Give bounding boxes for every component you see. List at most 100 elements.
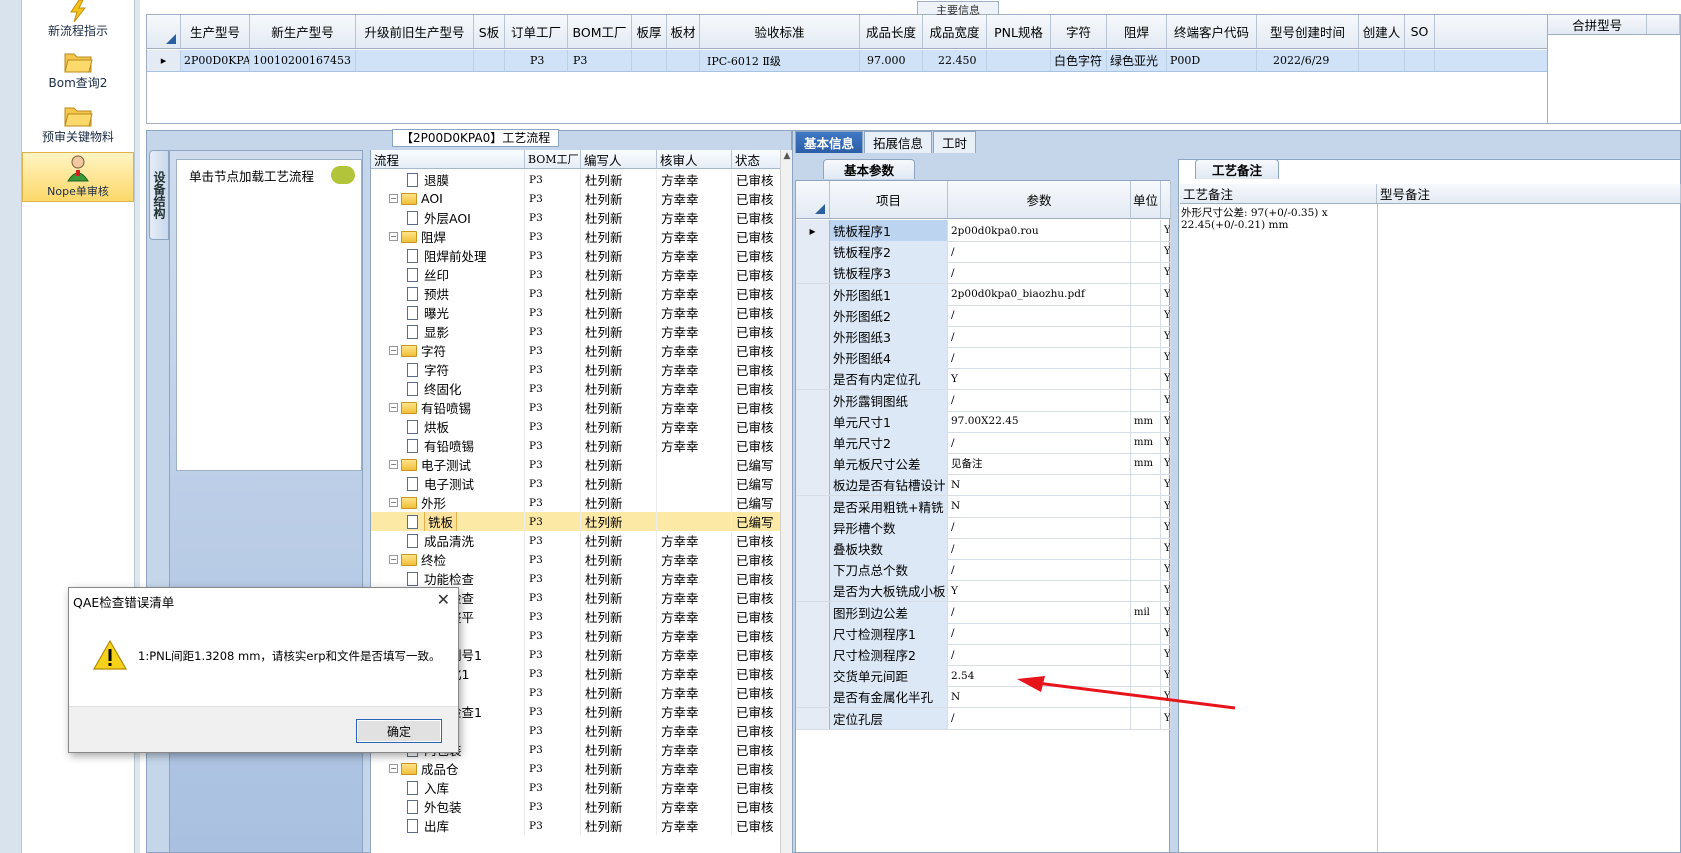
col-header[interactable]: 流程 xyxy=(371,150,525,168)
nav-item-new-flow[interactable]: 新流程指示 xyxy=(22,0,134,40)
tree-row[interactable]: 丝印 P3 杜列新 方幸幸 已审核 xyxy=(371,265,781,284)
tab-basic-info[interactable]: 基本信息 xyxy=(795,131,864,153)
tree-node[interactable]: 曝光 xyxy=(371,303,525,322)
memo-text[interactable]: 外形尺寸公差: 97(+0/-0.35) x 22.45(+0/-0.21) m… xyxy=(1181,207,1373,231)
col-header[interactable]: 订单工厂 xyxy=(505,15,568,48)
tree-node[interactable]: 出库 xyxy=(371,816,525,835)
table-row[interactable]: ▸ 2P00D0KPA0 10010200167453 P3 P3 IPC-60… xyxy=(147,50,1547,72)
row-selector[interactable] xyxy=(796,368,830,390)
tree-row[interactable]: 有铅喷锡 P3 杜列新 方幸幸 已审核 xyxy=(371,436,781,455)
col-header[interactable]: 创建人 xyxy=(1359,15,1405,48)
param-value[interactable]: 见备注 xyxy=(948,453,1131,475)
col-header[interactable]: 新生产型号 xyxy=(250,15,356,48)
scroll-up-icon[interactable]: ▲ xyxy=(782,151,792,161)
tree-row[interactable]: 成品清洗 P3 杜列新 方幸幸 已审核 xyxy=(371,531,781,550)
col-header[interactable]: BOM工厂 xyxy=(525,150,581,168)
row-selector[interactable] xyxy=(796,644,830,665)
collapse-icon[interactable]: − xyxy=(389,460,398,469)
col-header[interactable]: 项目 xyxy=(830,181,948,218)
tree-node[interactable]: 烘板 xyxy=(371,417,525,436)
row-selector[interactable] xyxy=(796,665,830,687)
param-row[interactable]: 外形图纸3/ Y xyxy=(796,326,1171,348)
row-selector[interactable] xyxy=(796,326,830,347)
param-row[interactable]: 图形到边公差 / mil Y xyxy=(796,601,1171,624)
col-header[interactable]: 合拼型号 xyxy=(1548,15,1648,34)
param-row[interactable]: 异形槽个数 / Y xyxy=(796,516,1171,539)
param-value[interactable]: 2p00d0kpa0_biaozhu.pdf xyxy=(948,283,1131,305)
tree-node[interactable]: − AOI xyxy=(371,189,525,208)
col-header[interactable]: S板 xyxy=(474,15,505,48)
tree-node[interactable]: 入库 xyxy=(371,778,525,797)
col-header[interactable]: 核审人 xyxy=(657,150,732,168)
param-value[interactable]: / xyxy=(948,432,1131,453)
tree-node[interactable]: 电子测试 xyxy=(371,474,525,493)
param-row[interactable]: 叠板块数 / Y xyxy=(796,538,1171,560)
tree-node[interactable]: − 成品仓 xyxy=(371,759,525,778)
nav-item-bom-query[interactable]: Bom查询2 xyxy=(22,48,134,94)
param-value[interactable]: / xyxy=(948,622,1131,644)
param-value[interactable]: / xyxy=(948,262,1131,284)
param-row[interactable]: 单元尺寸1 97.00X22.45 mm Y xyxy=(796,410,1171,433)
param-value[interactable]: 2p00d0kpa0.rou xyxy=(948,220,1131,241)
tree-row[interactable]: 阻焊前处理 P3 杜列新 方幸幸 已审核 xyxy=(371,246,781,265)
tab-extended-info[interactable]: 拓展信息 xyxy=(864,131,933,153)
tree-node[interactable]: − 电子测试 xyxy=(371,455,525,474)
tree-node[interactable]: 有铅喷锡 xyxy=(371,436,525,455)
tree-row[interactable]: 退膜 P3 杜列新 方幸幸 已审核 xyxy=(371,170,781,189)
tree-node[interactable]: 预烘 xyxy=(371,284,525,303)
param-value[interactable]: / xyxy=(948,559,1131,581)
tree-node[interactable]: 终固化 xyxy=(371,379,525,398)
tree-node[interactable]: 丝印 xyxy=(371,265,525,284)
tree-node[interactable]: − 终检 xyxy=(371,550,525,569)
col-header[interactable]: 升级前旧生产型号 xyxy=(356,15,474,48)
row-selector[interactable] xyxy=(796,622,830,644)
tree-row[interactable]: 曝光 P3 杜列新 方幸幸 已审核 xyxy=(371,303,781,322)
row-selector[interactable] xyxy=(796,453,830,475)
tree-node[interactable]: 阻焊前处理 xyxy=(371,246,525,265)
row-selector[interactable] xyxy=(796,347,830,369)
tree-row[interactable]: − 有铅喷锡 P3 杜列新 方幸幸 已审核 xyxy=(371,398,781,417)
col-header[interactable]: 验收标准 xyxy=(700,15,860,48)
collapse-icon[interactable]: − xyxy=(389,764,398,773)
close-icon[interactable]: ✕ xyxy=(437,590,450,609)
nav-item-prereview[interactable]: 预审关键物料 xyxy=(22,102,134,148)
tree-scrollbar[interactable]: ▲ xyxy=(780,150,792,853)
tree-row[interactable]: 显影 P3 杜列新 方幸幸 已审核 xyxy=(371,322,781,341)
tree-node[interactable]: 成品清洗 xyxy=(371,531,525,550)
tree-row[interactable]: − 阻焊 P3 杜列新 方幸幸 已审核 xyxy=(371,227,781,246)
param-value[interactable]: / xyxy=(948,538,1131,559)
param-value[interactable]: 97.00X22.45 xyxy=(948,410,1131,432)
tree-row[interactable]: 外包装 P3 杜列新 方幸幸 已审核 xyxy=(371,797,781,816)
col-header[interactable]: PNL规格 xyxy=(987,15,1051,48)
col-header[interactable]: 编写人 xyxy=(581,150,657,168)
param-value[interactable]: Y xyxy=(948,368,1131,390)
param-row[interactable]: 外形图纸1 2p00d0kpa0_biaozhu.pdf Y xyxy=(796,283,1171,306)
param-value[interactable]: / xyxy=(948,644,1131,665)
tree-row[interactable]: − 字符 P3 杜列新 方幸幸 已审核 xyxy=(371,341,781,360)
row-selector[interactable] xyxy=(796,262,830,284)
tree-row[interactable]: 终固化 P3 杜列新 方幸幸 已审核 xyxy=(371,379,781,398)
col-header[interactable]: 单位 xyxy=(1131,181,1161,218)
collapse-icon[interactable]: − xyxy=(389,232,398,241)
tab-basic-params[interactable]: 基本参数 xyxy=(823,159,915,179)
tree-row[interactable]: 电子测试 P3 杜列新 已编写 xyxy=(371,474,781,493)
tree-node[interactable]: − 外形 xyxy=(371,493,525,512)
col-header[interactable]: 终端客户代码 xyxy=(1167,15,1257,48)
tree-node[interactable]: − 字符 xyxy=(371,341,525,360)
tree-node[interactable]: 外包装 xyxy=(371,797,525,816)
param-row[interactable]: ▸ 铣板程序1 2p00d0kpa0.rou Y xyxy=(796,220,1171,242)
row-selector[interactable] xyxy=(796,686,830,708)
param-row[interactable]: 是否为大板铣成小板 Y Y xyxy=(796,580,1171,603)
tree-row[interactable]: − 成品仓 P3 杜列新 方幸幸 已审核 xyxy=(371,759,781,778)
tree-node[interactable]: 字符 xyxy=(371,360,525,379)
param-row[interactable]: 外形露铜图纸 / Y xyxy=(796,389,1171,412)
col-header[interactable] xyxy=(1161,181,1171,218)
param-row[interactable]: 板边是否有钻槽设计 N Y xyxy=(796,474,1171,497)
row-selector[interactable] xyxy=(796,601,830,623)
side-tab-device-structure[interactable]: 设备结构 xyxy=(149,150,169,240)
col-header[interactable]: 成品宽度 xyxy=(923,15,987,48)
param-grid[interactable]: 项目 参数 单位 ▸ 铣板程序1 2p00d0kpa0.rou Y 铣板程序2/Y 铣板程… xyxy=(795,180,1171,853)
tree-row[interactable]: − 外形 P3 杜列新 已编写 xyxy=(371,493,781,512)
row-selector[interactable] xyxy=(796,538,830,559)
param-value[interactable]: / xyxy=(948,304,1131,326)
